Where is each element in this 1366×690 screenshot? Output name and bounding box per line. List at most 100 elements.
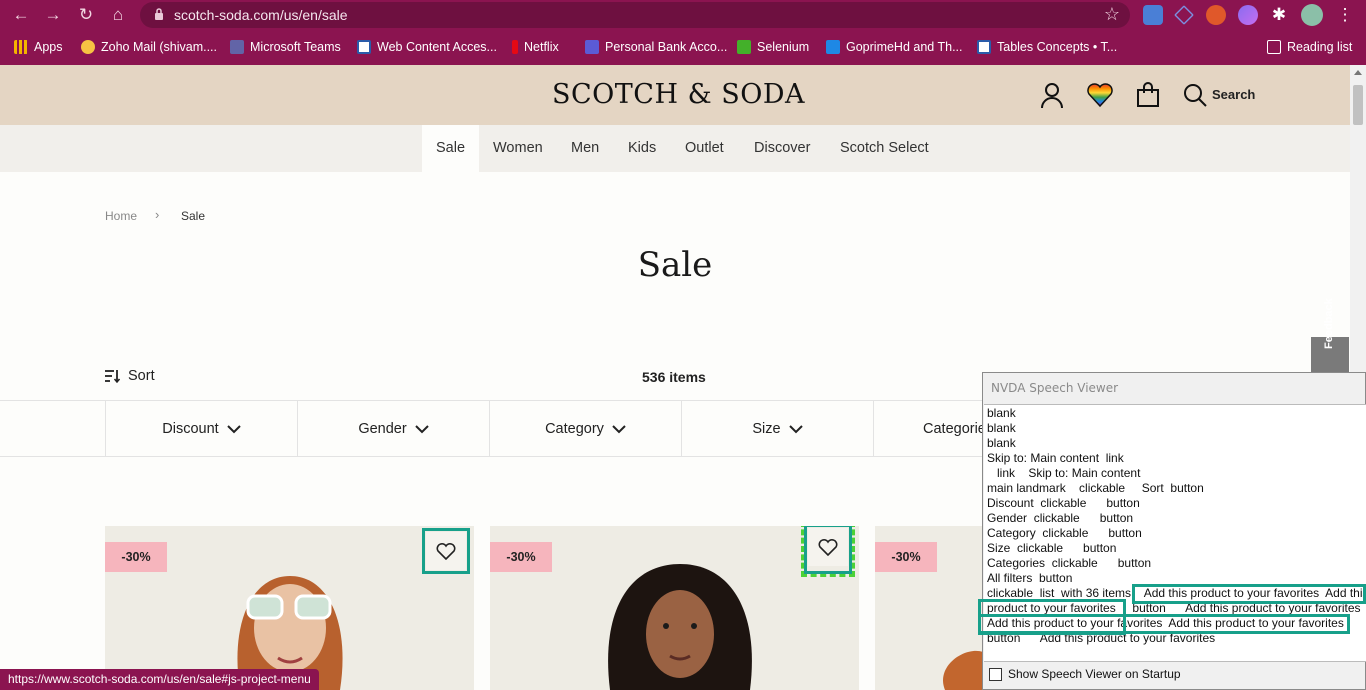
filter-category[interactable]: Category <box>489 401 681 457</box>
brand-logo[interactable]: SCOTCH & SODA <box>552 79 805 110</box>
feedback-tab[interactable]: Feedback <box>1311 298 1349 377</box>
favorite-button[interactable] <box>801 526 855 577</box>
speech-output-text[interactable]: blank blank blank Skip to: Main content … <box>978 404 1366 662</box>
apps-grid-icon <box>14 40 28 54</box>
extension-icon[interactable] <box>1206 5 1226 25</box>
favorite-button[interactable] <box>422 528 470 574</box>
account-icon[interactable] <box>1038 81 1066 109</box>
back-arrow-icon[interactable]: ← <box>10 4 32 26</box>
bookmark-teams[interactable]: Microsoft Teams <box>230 38 341 56</box>
bookmark-tables[interactable]: Tables Concepts • T... <box>977 38 1117 56</box>
speech-line: blank <box>987 436 1016 450</box>
startup-checkbox-label: Show Speech Viewer on Startup <box>1008 667 1181 681</box>
extension-icon[interactable] <box>1174 5 1194 25</box>
bookmark-goprime[interactable]: GoprimeHd and Th... <box>826 38 963 56</box>
reading-list-icon <box>1267 40 1281 54</box>
scroll-up-arrow-icon[interactable] <box>1354 70 1362 75</box>
home-icon[interactable]: ⌂ <box>107 4 129 26</box>
speech-line: All filters button <box>987 571 1073 585</box>
nvda-window-title: NVDA Speech Viewer <box>991 381 1119 395</box>
sort-label: Sort <box>128 368 155 384</box>
address-bar[interactable]: scotch-soda.com/us/en/sale ☆ <box>140 2 1130 28</box>
nav-scotch-select[interactable]: Scotch Select <box>826 125 943 172</box>
breadcrumb-home[interactable]: Home <box>105 209 137 223</box>
page-title: Sale <box>637 245 713 285</box>
speech-line: main landmark clickable Sort button <box>987 481 1204 495</box>
filter-discount[interactable]: Discount <box>105 401 297 457</box>
shopping-bag-icon[interactable] <box>1134 81 1162 109</box>
bookmark-web-content[interactable]: Web Content Acces... <box>357 38 497 56</box>
feedback-label: Feedback <box>1323 298 1335 349</box>
bookmark-zoho[interactable]: Zoho Mail (shivam.... <box>81 38 217 56</box>
product-card[interactable]: -30% <box>875 526 983 690</box>
breadcrumb-current: Sale <box>181 209 206 223</box>
search-icon[interactable] <box>1181 81 1209 109</box>
breadcrumb-separator: › <box>155 207 160 222</box>
nav-sale[interactable]: Sale <box>422 125 480 172</box>
search-label[interactable]: Search <box>1212 87 1255 102</box>
main-navigation: Sale Women Men Kids Outlet Discover Scot… <box>0 125 1350 172</box>
translate-extension-icon[interactable] <box>1143 5 1163 25</box>
teams-icon <box>230 40 244 54</box>
forward-arrow-icon[interactable]: → <box>42 4 64 26</box>
speech-line: blank <box>987 406 1016 420</box>
rainbow-heart-icon[interactable] <box>1086 81 1114 109</box>
discount-badge: -30% <box>490 542 552 572</box>
bookmark-apps[interactable]: Apps <box>14 38 63 56</box>
reload-icon[interactable]: ↻ <box>75 4 97 26</box>
speech-line: Categories clickable button <box>987 556 1152 570</box>
bookmark-netflix[interactable]: Netflix <box>512 38 559 56</box>
w3-icon <box>357 40 371 54</box>
speech-highlight <box>978 614 1350 634</box>
item-count: 536 items <box>642 369 706 385</box>
speech-line: blank <box>987 421 1016 435</box>
selenium-icon <box>737 40 751 54</box>
bookmarks-bar: Apps Zoho Mail (shivam.... Microsoft Tea… <box>0 30 1366 65</box>
sort-icon <box>105 370 120 383</box>
startup-checkbox[interactable]: Show Speech Viewer on Startup <box>989 667 1181 681</box>
nav-outlet[interactable]: Outlet <box>671 125 738 172</box>
bookmark-star-icon[interactable]: ☆ <box>1104 4 1120 25</box>
speech-highlight <box>1132 584 1366 604</box>
lock-icon <box>155 8 163 20</box>
nav-discover[interactable]: Discover <box>740 125 824 172</box>
url-text: scotch-soda.com/us/en/sale <box>174 7 348 23</box>
favorite-button-body <box>426 532 466 570</box>
nav-kids[interactable]: Kids <box>614 125 670 172</box>
reading-list-button[interactable]: Reading list <box>1267 38 1352 56</box>
chevron-down-icon <box>414 424 429 433</box>
puzzle-extensions-icon[interactable]: ✱ <box>1268 4 1290 26</box>
avatar[interactable] <box>1301 4 1323 26</box>
favorite-button-body <box>808 528 848 566</box>
nav-women[interactable]: Women <box>479 125 557 172</box>
speech-line: link Skip to: Main content <box>987 466 1141 480</box>
scroll-thumb[interactable] <box>1353 85 1363 125</box>
product-card[interactable]: -30% <box>490 526 859 690</box>
chevron-down-icon <box>226 424 241 433</box>
filter-gender[interactable]: Gender <box>297 401 489 457</box>
heart-icon <box>436 542 456 560</box>
checkbox-icon[interactable] <box>989 667 1002 681</box>
product-card[interactable]: -30% <box>105 526 474 690</box>
chevron-down-icon <box>788 424 803 433</box>
bank-icon <box>585 40 599 54</box>
product-image <box>608 564 752 690</box>
w3-icon <box>977 40 991 54</box>
bookmark-selenium[interactable]: Selenium <box>737 38 809 56</box>
discount-badge: -30% <box>875 542 937 572</box>
menu-dots-icon[interactable]: ⋮ <box>1334 4 1356 26</box>
zoho-mail-icon <box>81 40 95 54</box>
speech-line: Gender clickable button <box>987 511 1134 525</box>
netflix-icon <box>512 40 518 54</box>
speech-line: Category clickable button <box>987 526 1142 540</box>
sort-button[interactable]: Sort <box>104 368 155 384</box>
browser-toolbar: ← → ↻ ⌂ scotch-soda.com/us/en/sale ☆ ✱ ⋮ <box>0 0 1366 30</box>
speech-line: Discount clickable button <box>987 496 1140 510</box>
site-header: SCOTCH & SODA Search <box>0 65 1350 125</box>
speech-line: Skip to: Main content link <box>987 451 1124 465</box>
extension-icon[interactable] <box>1238 5 1258 25</box>
filter-size[interactable]: Size <box>681 401 873 457</box>
bookmark-bank[interactable]: Personal Bank Acco... <box>585 38 727 56</box>
nav-men[interactable]: Men <box>557 125 613 172</box>
chevron-down-icon <box>612 424 626 433</box>
